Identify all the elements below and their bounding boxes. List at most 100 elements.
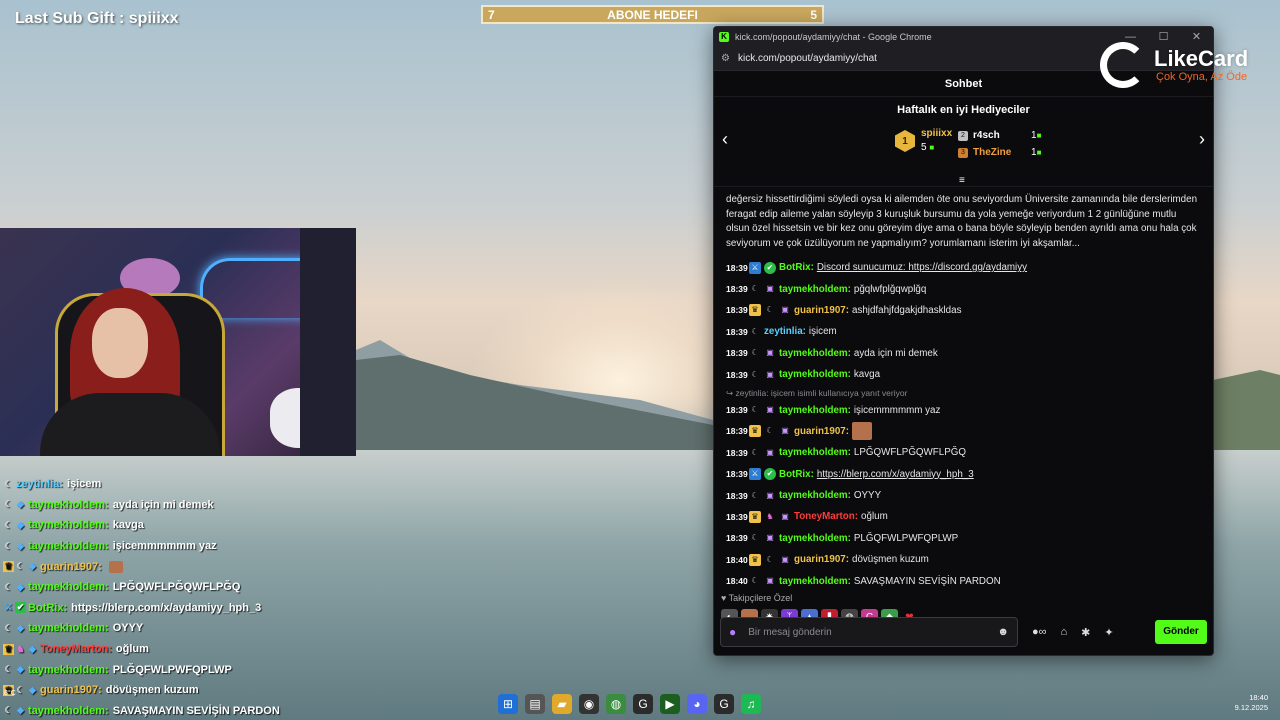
- moon-badge-icon[interactable]: ☾: [749, 490, 761, 502]
- chevron-right-icon[interactable]: ›: [1199, 129, 1205, 149]
- message-link[interactable]: https://blerp.com/x/aydamiyy_hph_3: [817, 469, 974, 480]
- gift-badge-icon[interactable]: ▣: [764, 532, 776, 544]
- crown-badge-icon[interactable]: ♛: [749, 425, 761, 438]
- chat-message[interactable]: 18:39 ☾ ▣ taymekholdem: işicemmmmmm yaz: [726, 399, 1201, 420]
- pony-badge-icon[interactable]: ♞: [764, 511, 776, 523]
- moon-badge-icon[interactable]: ☾: [764, 554, 776, 566]
- chevron-left-icon[interactable]: ‹: [722, 129, 728, 149]
- emote-image[interactable]: [852, 422, 872, 441]
- moon-badge-icon[interactable]: ☾: [749, 575, 761, 587]
- message-username[interactable]: BotRix:: [779, 469, 814, 480]
- chat-message[interactable]: 18:39 ☾ ▣ taymekholdem: LPĞQWFLPĞQWFLPĞQ: [726, 442, 1201, 463]
- moon-badge-icon[interactable]: ☾: [749, 404, 761, 416]
- chat-message[interactable]: 18:39 ☾ ▣ taymekholdem: pğqlwfplğqwplğq: [726, 278, 1201, 299]
- settings-icon[interactable]: ✱: [1081, 626, 1090, 639]
- moon-badge-icon[interactable]: ☾: [749, 326, 761, 338]
- reply-hint[interactable]: ↪ zeytinlia: işicem isimli kullanıcıya y…: [726, 387, 1201, 399]
- crown-badge-icon[interactable]: ♛: [749, 304, 761, 317]
- gift-badge-icon[interactable]: ▣: [779, 554, 791, 566]
- chat-message[interactable]: 18:39 ☾ ▣ taymekholdem: ayda için mi demek: [726, 343, 1201, 364]
- moon-badge-icon[interactable]: ☾: [764, 304, 776, 316]
- expand-icon[interactable]: ≡: [959, 175, 965, 186]
- overlay-chat-line: ☾ ◆ taymekholdem: kavga: [3, 515, 363, 536]
- message-username[interactable]: zeytinlia:: [764, 326, 806, 337]
- message-username[interactable]: guarin1907:: [794, 305, 849, 316]
- extension-icon[interactable]: ✦: [1104, 626, 1113, 639]
- message-username[interactable]: taymekholdem:: [779, 369, 851, 380]
- send-button[interactable]: Gönder: [1155, 620, 1207, 644]
- gift-badge-icon[interactable]: ▣: [764, 404, 776, 416]
- message-username[interactable]: taymekholdem:: [779, 284, 851, 295]
- gifter-row[interactable]: 2 r4sch 1 ■: [958, 127, 1041, 144]
- gift-badge-icon[interactable]: ▣: [764, 283, 776, 295]
- microphone-icon[interactable]: ●: [729, 625, 736, 639]
- chat-message[interactable]: 18:39 ☾ ▣ taymekholdem: PLĞQFWLPWFQPLWP: [726, 528, 1201, 549]
- chat-composer: ● Bir mesaj gönderin ☻ ●∞ ⌂ ✱ ✦ Gönder: [720, 617, 1207, 647]
- gmail-g-icon[interactable]: G: [633, 694, 653, 714]
- chat-message[interactable]: 18:39 ♛ ☾ ▣ guarin1907: ashjdfahjfdgakjdhaskl…: [726, 300, 1201, 321]
- system-clock[interactable]: 18:40 9.12.2025: [1235, 693, 1268, 713]
- gift-badge-icon[interactable]: ▣: [779, 304, 791, 316]
- moon-badge-icon[interactable]: ☾: [749, 283, 761, 295]
- weather-widget[interactable]: 8°C: [4, 690, 30, 714]
- message-username[interactable]: taymekholdem:: [779, 576, 851, 587]
- obs-icon[interactable]: ◉: [579, 694, 599, 714]
- gift-badge-icon[interactable]: ▣: [764, 347, 776, 359]
- moon-badge-icon[interactable]: ☾: [749, 369, 761, 381]
- top-gifter[interactable]: 1 spiiixx 5 ■: [895, 127, 952, 155]
- message-username[interactable]: taymekholdem:: [779, 533, 851, 544]
- points-icon[interactable]: ●∞: [1032, 626, 1047, 638]
- g-app-icon[interactable]: G: [714, 694, 734, 714]
- files-icon[interactable]: ▤: [525, 694, 545, 714]
- message-username[interactable]: ToneyMarton:: [794, 511, 858, 522]
- message-username[interactable]: taymekholdem:: [779, 447, 851, 458]
- overlay-chat-line: ☾ ◆ taymekholdem: LPĞQWFLPĞQWFLPĞQ: [3, 577, 363, 598]
- sub-goal-bar: 7 ABONE HEDEFI 5: [481, 5, 824, 24]
- crown-badge-icon[interactable]: ♛: [749, 510, 761, 523]
- bot-badge-icon[interactable]: ⚔: [749, 261, 761, 274]
- store-icon[interactable]: ⌂: [1061, 626, 1068, 638]
- chat-input[interactable]: ● Bir mesaj gönderin ☻: [720, 617, 1018, 647]
- emoji-icon[interactable]: ☻: [997, 626, 1009, 638]
- discord-icon[interactable]: ◕: [687, 694, 707, 714]
- gift-badge-icon[interactable]: ▣: [764, 490, 776, 502]
- gift-badge-icon[interactable]: ▣: [764, 369, 776, 381]
- verified-badge-icon[interactable]: ✔: [764, 261, 776, 274]
- message-username[interactable]: taymekholdem:: [779, 490, 851, 501]
- moon-badge-icon[interactable]: ☾: [749, 447, 761, 459]
- message-username[interactable]: BotRix:: [779, 262, 814, 273]
- chat-message[interactable]: 18:39 ☾ ▣ taymekholdem: OYYY: [726, 485, 1201, 506]
- message-username[interactable]: taymekholdem:: [779, 405, 851, 416]
- moon-badge-icon[interactable]: ☾: [749, 532, 761, 544]
- top-gifters-title: Haftalık en iyi Hediyeciler: [897, 104, 1030, 116]
- message-username[interactable]: guarin1907:: [794, 554, 849, 565]
- verified-badge-icon[interactable]: ✔: [764, 468, 776, 481]
- chat-message[interactable]: 18:39 ☾ zeytinlia: işicem: [726, 321, 1201, 342]
- gift-badge-icon[interactable]: ▣: [779, 511, 791, 523]
- greenfeed-icon[interactable]: ▶: [660, 694, 680, 714]
- chat-message[interactable]: 18:39 ⚔ ✔ BotRix: Discord sunucumuz: https:/…: [726, 257, 1201, 278]
- moon-badge-icon[interactable]: ☾: [749, 347, 761, 359]
- chat-message[interactable]: 18:39 ☾ ▣ taymekholdem: kavga: [726, 364, 1201, 385]
- message-username[interactable]: taymekholdem:: [779, 348, 851, 359]
- message-link[interactable]: Discord sunucumuz: https://discord.gg/ay…: [817, 262, 1027, 273]
- gift-badge-icon[interactable]: ▣: [764, 447, 776, 459]
- chrome-icon[interactable]: ◍: [606, 694, 626, 714]
- gift-badge-icon[interactable]: ▣: [779, 425, 791, 437]
- spotify-icon[interactable]: ♫: [741, 694, 761, 714]
- windows-icon[interactable]: ⊞: [498, 694, 518, 714]
- site-settings-icon[interactable]: ⚙: [721, 53, 730, 64]
- crown-badge-icon[interactable]: ♛: [749, 553, 761, 566]
- chat-message[interactable]: 18:39 ♛ ☾ ▣ guarin1907:: [726, 421, 1201, 442]
- sub-goal-current: 7: [488, 7, 495, 22]
- chat-message[interactable]: 18:39 ⚔ ✔ BotRix: https://blerp.com/x/aydami…: [726, 464, 1201, 485]
- gifter-row[interactable]: 3 TheZine 1 ■: [958, 144, 1041, 161]
- chat-message[interactable]: 18:40 ☾ ▣ taymekholdem: SAVAŞMAYIN SEVİŞİN P…: [726, 570, 1201, 587]
- moon-badge-icon[interactable]: ☾: [764, 425, 776, 437]
- bot-badge-icon[interactable]: ⚔: [749, 468, 761, 481]
- chat-message[interactable]: 18:39 ♛ ♞ ▣ ToneyMarton: oğlum: [726, 506, 1201, 527]
- chat-message[interactable]: 18:40 ♛ ☾ ▣ guarin1907: dövüşmen kuzum: [726, 549, 1201, 570]
- explorer-icon[interactable]: ▰: [552, 694, 572, 714]
- message-username[interactable]: guarin1907:: [794, 426, 849, 437]
- gift-badge-icon[interactable]: ▣: [764, 575, 776, 587]
